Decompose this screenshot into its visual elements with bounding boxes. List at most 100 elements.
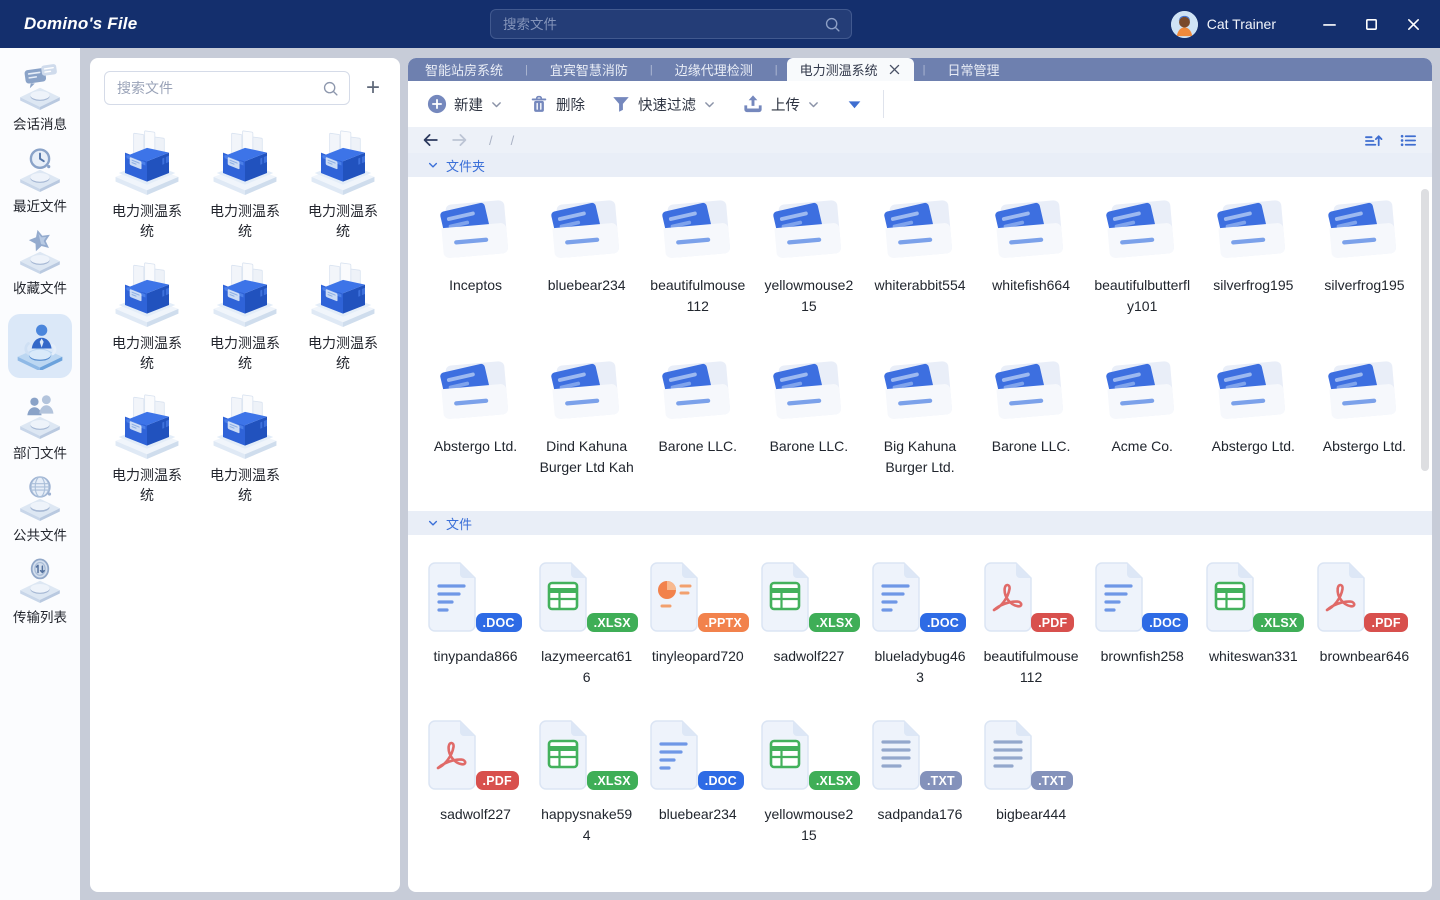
sidebar-item[interactable]: 公共文件 — [5, 475, 75, 544]
tab[interactable]: | 边缘代理检测 — [641, 58, 766, 81]
file-item[interactable]: .XLSX whiteswan331 — [1198, 559, 1309, 707]
maximize-button[interactable] — [1356, 9, 1386, 39]
folder-item[interactable]: Barone LLC. — [753, 352, 864, 507]
sidebar-item[interactable] — [8, 314, 72, 378]
sidebar-item[interactable]: 部门文件 — [5, 393, 75, 462]
folder-name: Acme Co. — [1094, 436, 1190, 457]
sidebar-item-icon — [15, 557, 65, 603]
folder-item[interactable]: bluebear234 — [531, 191, 642, 346]
box-folder-icon — [108, 393, 186, 459]
panel-folder-item[interactable]: 电力测温系统 — [196, 129, 294, 241]
folder-item[interactable]: yellowmouse215 — [753, 191, 864, 346]
folders-section-header[interactable]: 文件夹 — [408, 153, 1432, 177]
file-type-badge: .TXT — [920, 771, 962, 790]
file-type-icon — [753, 717, 817, 795]
folder-name: Barone LLC. — [650, 436, 746, 457]
panel-folder-item[interactable]: 电力测温系统 — [196, 261, 294, 373]
box-folder-icon — [304, 129, 382, 195]
folder-name: whitefish664 — [983, 275, 1079, 296]
file-item[interactable]: .DOC bluebear234 — [642, 717, 753, 865]
file-item[interactable]: .PPTX tinyleopard720 — [642, 559, 753, 707]
tab[interactable]: | 电力测温系统 — [766, 58, 914, 81]
file-item[interactable]: .XLSX happysnake594 — [531, 717, 642, 865]
panel-folder-item[interactable]: 电力测温系统 — [294, 129, 392, 241]
tab-close-icon[interactable] — [888, 63, 901, 76]
folder-item[interactable]: silverfrog195 — [1198, 191, 1309, 346]
panel-search[interactable] — [104, 71, 350, 105]
delete-button[interactable]: 删除 — [529, 94, 585, 115]
tab[interactable]: | 宜宾智慧消防 — [516, 58, 641, 81]
upload-button[interactable]: 上传 — [742, 94, 820, 115]
main-panel: | 智能站房系统 | 宜宾智慧消防 | 边缘代理检测 | — [408, 58, 1432, 892]
more-dropdown-icon[interactable] — [846, 96, 863, 113]
folder-item[interactable]: Dind Kahuna Burger Ltd Kah — [531, 352, 642, 507]
avatar[interactable] — [1171, 11, 1198, 38]
tab-label: 宜宾智慧消防 — [550, 60, 628, 79]
folder-item[interactable]: silverfrog195 — [1309, 191, 1420, 346]
folder-item[interactable]: whiterabbit554 — [864, 191, 975, 346]
file-item[interactable]: .DOC tinypanda866 — [420, 559, 531, 707]
folder-item[interactable]: Abstergo Ltd. — [1198, 352, 1309, 507]
chevron-down-icon — [427, 159, 439, 171]
panel-folder-item[interactable]: 电力测温系统 — [98, 129, 196, 241]
sidebar-item-icon — [14, 322, 66, 370]
folder-item[interactable]: Barone LLC. — [642, 352, 753, 507]
folder-icon — [430, 191, 522, 267]
file-type-icon — [1087, 559, 1151, 637]
file-item[interactable]: .DOC blueladybug463 — [864, 559, 975, 707]
folder-icon — [1318, 352, 1410, 428]
sort-ascending-icon[interactable] — [1364, 132, 1383, 149]
folder-item[interactable]: Barone LLC. — [976, 352, 1087, 507]
forward-arrow-icon[interactable] — [451, 133, 468, 147]
add-folder-button[interactable]: + — [358, 73, 388, 103]
folder-name: Abstergo Ltd. — [428, 436, 524, 457]
file-item[interactable]: .TXT bigbear444 — [976, 717, 1087, 865]
panel-folder-item[interactable]: 电力测温系统 — [294, 261, 392, 373]
panel-search-input[interactable] — [105, 80, 322, 96]
file-item[interactable]: .XLSX yellowmouse215 — [753, 717, 864, 865]
folder-icon — [541, 191, 633, 267]
folder-item[interactable]: Abstergo Ltd. — [1309, 352, 1420, 507]
folder-item[interactable]: beautifulmouse112 — [642, 191, 753, 346]
breadcrumb-item[interactable] — [480, 133, 502, 148]
sidebar-item[interactable]: 收藏文件 — [5, 228, 75, 297]
files-section-header[interactable]: 文件 — [408, 511, 1432, 535]
folder-icon — [763, 191, 855, 267]
file-item[interactable]: .XLSX lazymeercat616 — [531, 559, 642, 707]
panel-folder-item[interactable]: 电力测温系统 — [98, 261, 196, 373]
global-search[interactable] — [490, 9, 852, 39]
breadcrumb-item[interactable] — [502, 133, 524, 148]
panel-folder-item[interactable]: 电力测温系统 — [196, 393, 294, 505]
folder-item[interactable]: Abstergo Ltd. — [420, 352, 531, 507]
folder-item[interactable]: Big Kahuna Burger Ltd. — [864, 352, 975, 507]
close-button[interactable] — [1398, 9, 1428, 39]
global-search-input[interactable] — [491, 17, 824, 32]
folder-tree-panel: + 电力测温系统 电力测温系统 电力测温系统 电力测温系统 电力测温系统 电力测… — [90, 58, 400, 892]
folder-item[interactable]: beautifulbutterfly101 — [1087, 191, 1198, 346]
folder-name: beautifulmouse112 — [650, 275, 746, 317]
file-item[interactable]: .XLSX sadwolf227 — [753, 559, 864, 707]
file-item[interactable]: .DOC brownfish258 — [1087, 559, 1198, 707]
panel-folder-item[interactable]: 电力测温系统 — [98, 393, 196, 505]
file-item[interactable]: .PDF brownbear646 — [1309, 559, 1420, 707]
sidebar-item[interactable]: 最近文件 — [5, 146, 75, 215]
tab[interactable]: | 日常管理 — [914, 58, 1013, 81]
scrollbar-thumb[interactable] — [1421, 189, 1429, 471]
file-item[interactable]: .PDF beautifulmouse112 — [976, 559, 1087, 707]
folder-item[interactable]: Inceptos — [420, 191, 531, 346]
new-button[interactable]: 新建 — [427, 94, 503, 115]
panel-folder-label: 电力测温系统 — [305, 333, 381, 373]
list-view-icon[interactable] — [1399, 132, 1418, 149]
quick-filter-button[interactable]: 快速过滤 — [611, 94, 716, 115]
file-item[interactable]: .TXT sadpanda176 — [864, 717, 975, 865]
sidebar-item[interactable]: 会话消息 — [5, 64, 75, 133]
minimize-button[interactable] — [1314, 9, 1344, 39]
file-type-badge: .XLSX — [1253, 613, 1304, 632]
sidebar-item[interactable]: 传输列表 — [5, 557, 75, 626]
file-item[interactable]: .PDF sadwolf227 — [420, 717, 531, 865]
box-folder-icon — [108, 261, 186, 327]
folder-item[interactable]: whitefish664 — [976, 191, 1087, 346]
back-arrow-icon[interactable] — [422, 133, 439, 147]
folder-item[interactable]: Acme Co. — [1087, 352, 1198, 507]
tab[interactable]: | 智能站房系统 — [412, 58, 516, 81]
